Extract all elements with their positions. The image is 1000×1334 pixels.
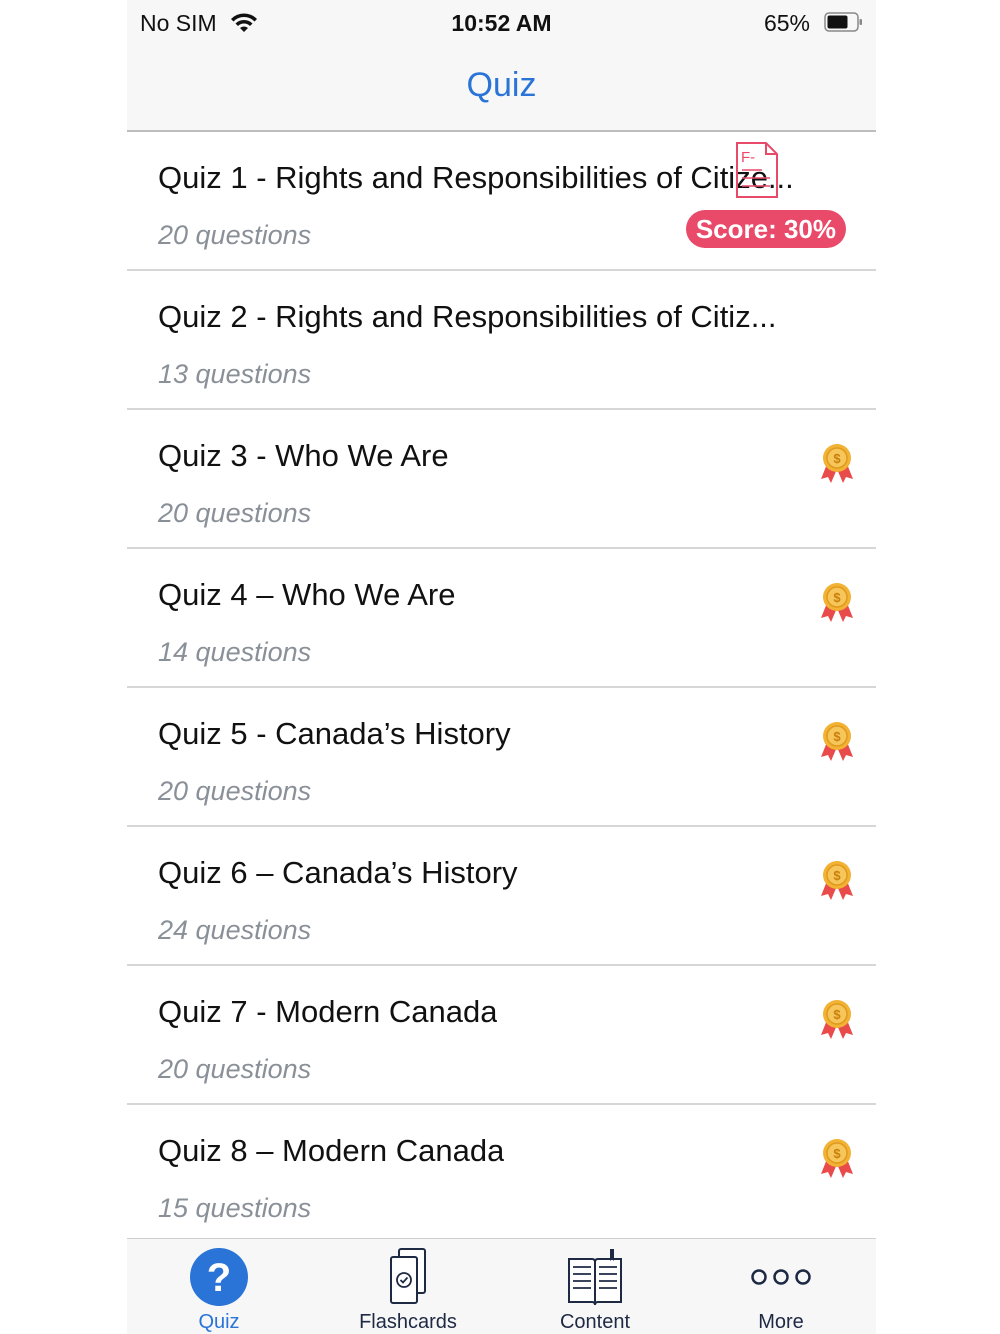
tab-flashcards[interactable]: Flashcards <box>338 1239 478 1334</box>
medal-icon: $ <box>821 861 853 900</box>
quiz-row-5[interactable]: Quiz 5 - Canada’s History 20 questions $ <box>127 688 876 827</box>
medal-icon: $ <box>821 1139 853 1178</box>
question-count: 13 questions <box>158 359 312 389</box>
status-bar: No SIM 10:52 AM 65% <box>127 0 876 48</box>
quiz-row-2[interactable]: Quiz 2 - Rights and Responsibilities of … <box>127 271 876 410</box>
tab-quiz[interactable]: ? Quiz <box>149 1239 289 1334</box>
battery-icon <box>824 12 862 32</box>
quiz-title: Quiz 6 – Canada’s History <box>158 855 518 890</box>
quiz-row-1[interactable]: Quiz 1 - Rights and Responsibilities of … <box>127 132 876 271</box>
svg-text:$: $ <box>833 729 841 744</box>
question-icon: ? <box>190 1248 248 1306</box>
app-screen: No SIM 10:52 AM 65% Quiz Quiz 1 - Rights… <box>127 0 876 1334</box>
tab-label: More <box>758 1311 804 1333</box>
navigation-bar: Quiz <box>127 48 876 132</box>
grade-text: F- <box>741 149 755 166</box>
quiz-title: Quiz 7 - Modern Canada <box>158 994 498 1029</box>
tab-more[interactable]: More <box>711 1239 851 1334</box>
quiz-list[interactable]: Quiz 1 - Rights and Responsibilities of … <box>127 132 876 1244</box>
quiz-title: Quiz 4 – Who We Are <box>158 577 456 612</box>
tab-label: Content <box>559 1311 631 1333</box>
svg-text:$: $ <box>833 590 841 605</box>
question-count: 24 questions <box>158 915 312 945</box>
svg-text:$: $ <box>833 868 841 883</box>
score-badge: Score: 30% <box>685 210 846 248</box>
quiz-row-3[interactable]: Quiz 3 - Who We Are 20 questions $ <box>127 410 876 549</box>
flashcards-icon <box>390 1248 426 1304</box>
tab-label: Quiz <box>198 1311 240 1333</box>
quiz-title: Quiz 5 - Canada’s History <box>158 716 511 751</box>
question-count: 14 questions <box>158 637 312 667</box>
question-count: 20 questions <box>158 776 312 806</box>
quiz-row-8[interactable]: Quiz 8 – Modern Canada 15 questions $ <box>127 1105 876 1244</box>
battery-percentage: 65% <box>763 10 810 36</box>
page-title: Quiz <box>466 66 537 104</box>
svg-text:$: $ <box>833 1146 841 1161</box>
tab-bar: ? Quiz Flashcards Content More <box>127 1238 876 1334</box>
medal-icon: $ <box>821 722 853 761</box>
tab-content[interactable]: Content <box>525 1239 665 1334</box>
medal-icon: $ <box>821 1000 853 1039</box>
f-grade-icon: F- <box>736 142 778 198</box>
more-icon <box>751 1269 811 1285</box>
quiz-title: Quiz 8 – Modern Canada <box>158 1133 505 1168</box>
question-count: 20 questions <box>158 1054 312 1084</box>
medal-icon: $ <box>821 444 853 483</box>
quiz-row-4[interactable]: Quiz 4 – Who We Are 14 questions $ <box>127 549 876 688</box>
quiz-title: Quiz 1 - Rights and Responsibilities of … <box>158 160 794 195</box>
quiz-title: Quiz 3 - Who We Are <box>158 438 449 473</box>
tab-label: Flashcards <box>359 1311 457 1333</box>
book-icon <box>568 1249 622 1306</box>
question-count: 20 questions <box>158 220 312 250</box>
quiz-row-6[interactable]: Quiz 6 – Canada’s History 24 questions $ <box>127 827 876 966</box>
question-count: 15 questions <box>158 1193 312 1223</box>
question-count: 20 questions <box>158 498 312 528</box>
svg-text:?: ? <box>207 1256 231 1300</box>
svg-text:$: $ <box>833 451 841 466</box>
svg-text:$: $ <box>833 1007 841 1022</box>
medal-icon: $ <box>821 583 853 622</box>
quiz-title: Quiz 2 - Rights and Responsibilities of … <box>158 299 777 334</box>
quiz-row-7[interactable]: Quiz 7 - Modern Canada 20 questions $ <box>127 966 876 1105</box>
